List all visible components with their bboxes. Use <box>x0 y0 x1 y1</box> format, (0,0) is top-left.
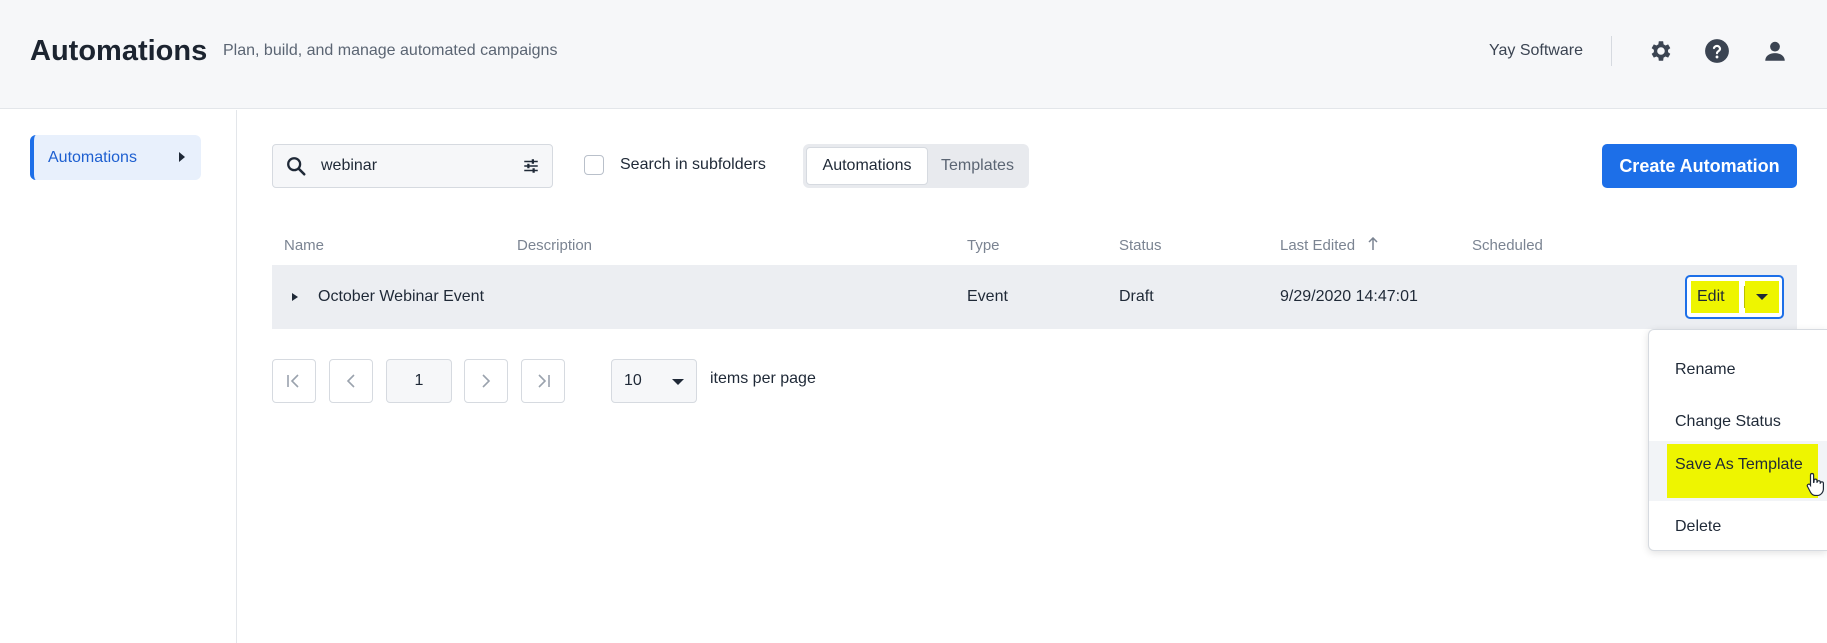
search-icon <box>285 155 307 182</box>
search-box[interactable]: webinar <box>272 144 553 188</box>
page-subtitle: Plan, build, and manage automated campai… <box>223 42 558 59</box>
menu-item-delete[interactable]: Delete <box>1649 502 1827 552</box>
table-row[interactable]: October Webinar Event Event Draft 9/29/2… <box>272 265 1797 329</box>
sidebar-item-label: Automations <box>48 148 137 166</box>
next-page-button[interactable] <box>464 359 508 403</box>
first-page-button[interactable] <box>272 359 316 403</box>
last-page-icon <box>538 374 550 388</box>
edit-dropdown-toggle[interactable] <box>1745 281 1779 313</box>
page-title: Automations <box>30 35 208 67</box>
user-icon[interactable] <box>1760 36 1790 66</box>
create-automation-button[interactable]: Create Automation <box>1602 144 1797 188</box>
caret-right-icon <box>179 152 185 162</box>
row-name: October Webinar Event <box>318 288 485 305</box>
sidebar-item-automations[interactable]: Automations <box>30 135 201 180</box>
search-subfolders-checkbox[interactable] <box>584 155 604 175</box>
current-page[interactable]: 1 <box>386 359 452 403</box>
search-input[interactable]: webinar <box>321 157 377 175</box>
menu-item-label: Rename <box>1675 361 1736 378</box>
sort-ascending-icon <box>1368 236 1378 250</box>
menu-item-rename[interactable]: Rename <box>1649 345 1827 395</box>
expand-row-icon[interactable] <box>292 293 298 301</box>
header-divider <box>1611 36 1612 66</box>
gear-icon[interactable] <box>1645 36 1675 66</box>
tab-automations[interactable]: Automations <box>806 147 928 185</box>
menu-item-label: Save As Template <box>1675 456 1803 473</box>
row-last-edited: 9/29/2020 14:47:01 <box>1280 288 1418 305</box>
chevron-right-icon <box>482 374 491 388</box>
filter-sliders-icon[interactable] <box>522 157 540 180</box>
edit-dropdown-menu: Rename Change Status Save As Template De… <box>1648 329 1827 551</box>
edit-button[interactable]: Edit <box>1691 281 1739 313</box>
column-header-name[interactable]: Name <box>284 237 324 254</box>
hand-cursor-icon <box>1806 472 1824 501</box>
first-page-icon <box>287 374 299 388</box>
search-subfolders-label: Search in subfolders <box>620 156 766 173</box>
per-page-label: items per page <box>710 370 816 387</box>
column-header-type[interactable]: Type <box>967 237 1000 254</box>
column-header-last-edited[interactable]: Last Edited <box>1280 236 1379 254</box>
last-page-button[interactable] <box>521 359 565 403</box>
help-icon[interactable] <box>1702 36 1732 66</box>
menu-item-label: Change Status <box>1675 413 1781 430</box>
chevron-left-icon <box>346 374 355 388</box>
menu-item-save-as-template[interactable]: Save As Template <box>1649 441 1827 501</box>
app-header: Automations Plan, build, and manage auto… <box>0 0 1827 109</box>
menu-item-label: Delete <box>1675 518 1722 535</box>
column-header-label: Last Edited <box>1280 237 1356 254</box>
column-header-status[interactable]: Status <box>1119 237 1162 254</box>
column-header-description[interactable]: Description <box>517 237 592 254</box>
menu-item-change-status[interactable]: Change Status <box>1649 397 1827 447</box>
chevron-down-icon <box>672 379 684 385</box>
row-status: Draft <box>1119 288 1154 305</box>
per-page-value: 10 <box>624 372 642 389</box>
edit-split-button: Edit <box>1685 275 1784 319</box>
chevron-down-icon <box>1756 294 1768 300</box>
account-name[interactable]: Yay Software <box>1489 42 1583 60</box>
column-header-scheduled[interactable]: Scheduled <box>1472 237 1543 254</box>
tab-templates[interactable]: Templates <box>929 147 1026 185</box>
sidebar: Automations <box>0 110 237 643</box>
prev-page-button[interactable] <box>329 359 373 403</box>
per-page-select[interactable]: 10 <box>611 359 697 403</box>
row-type: Event <box>967 288 1008 305</box>
view-toggle: Automations Templates <box>803 144 1029 188</box>
